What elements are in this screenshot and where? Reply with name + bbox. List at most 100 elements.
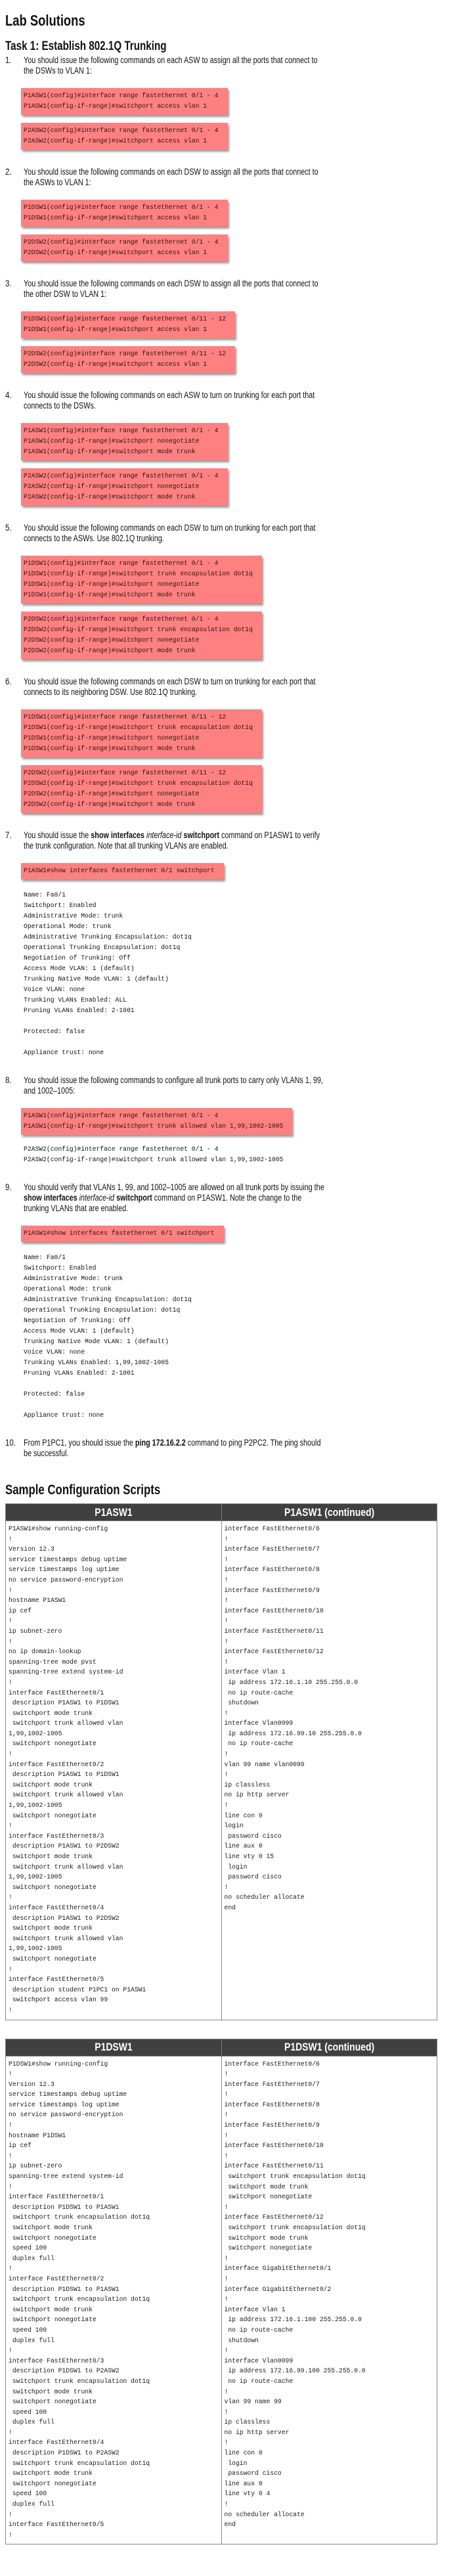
- config-line: service timestamps log uptime: [9, 1566, 120, 1574]
- config-line: !: [224, 1771, 229, 1779]
- block-wrapper: P2ASW2(config)#interface range fastether…: [21, 115, 459, 150]
- config-line: !: [224, 1883, 229, 1891]
- config-line: switchport nonegotiate: [9, 2398, 97, 2406]
- config-line: !: [9, 1822, 12, 1830]
- config-line: duplex full: [9, 2254, 55, 2262]
- code-line: Administrative Trunking Encapsulation: d…: [24, 1296, 192, 1303]
- step-blocks: P1ASW1#show interfaces fastethernet 0/1 …: [21, 851, 459, 1058]
- command-box: P2DSW2(config)#interface range fastether…: [21, 234, 228, 261]
- step-number: 7.: [5, 830, 12, 840]
- config-line: !: [224, 2408, 229, 2416]
- config-line: ip address 172.16.1.10 255.255.0.0: [224, 1678, 358, 1686]
- code-line: Trunking Native Mode VLAN: 1 (default): [24, 1338, 169, 1345]
- code-line: P1DSW1(config-if-range)#switchport trunk…: [24, 570, 253, 577]
- config-line: !: [224, 1802, 229, 1810]
- config-line: interface FastEthernet0/8: [224, 2100, 320, 2108]
- text-segment: You should issue the following commands …: [24, 167, 318, 187]
- config-line: !: [9, 2070, 12, 2078]
- config-line: spanning-tree mode pvst: [9, 1658, 97, 1666]
- config-line: no ip route-cache: [224, 1740, 294, 1748]
- config-line: switchport nonegotiate: [224, 2244, 313, 2252]
- code-line: Operational Mode: trunk: [24, 1285, 112, 1293]
- config-line: !: [9, 1637, 12, 1645]
- config-line: no ip domain-lookup: [9, 1648, 81, 1656]
- code-line: P1DSW1(config-if-range)#switchport mode …: [24, 591, 196, 598]
- step-item: 7. You should issue the show interfaces i…: [5, 830, 459, 1058]
- block-wrapper: P2DSW2(config)#interface range fastether…: [21, 604, 459, 659]
- config-line: !: [9, 1678, 12, 1686]
- config-line: !: [224, 2347, 229, 2355]
- config-line: switchport mode trunk: [9, 1853, 93, 1860]
- config-cell-right: interface FastEthernet0/6! interface Fast…: [221, 2055, 437, 2545]
- code-line: P2DSW2(config)#interface range fastether…: [24, 350, 227, 357]
- config-line: !: [224, 1709, 229, 1717]
- block-wrapper: P2DSW2(config)#interface range fastether…: [21, 757, 459, 813]
- config-line: hostname P1ASW1: [9, 1597, 66, 1605]
- config-line: switchport mode trunk: [9, 2305, 93, 2313]
- code-line: Administrative Mode: trunk: [24, 1275, 123, 1282]
- config-line: interface GigabitEthernet0/1: [224, 2265, 332, 2273]
- config-line: !: [9, 2006, 12, 2014]
- step-number: 8.: [5, 1075, 12, 1085]
- column-header-label: P1DSW1 (continued): [284, 2041, 374, 2053]
- command-box: P2DSW2(config)#interface range fastether…: [21, 611, 262, 659]
- code-line: P1ASW1(config-if-range)#switchport mode …: [24, 448, 196, 455]
- config-line: P1DSW1#show running-config: [9, 2060, 108, 2068]
- code-line: Pruning VLANs Enabled: 2-1001: [24, 1369, 135, 1377]
- step-text: You should issue the show interfaces int…: [24, 830, 326, 851]
- step-number: 9.: [5, 1182, 12, 1192]
- config-line: switchport nonegotiate: [9, 1883, 97, 1891]
- code-line: Negotiation of Trunking: Off: [24, 954, 131, 962]
- config-cell-left: P1ASW1#show running-config! Version 12.3 s…: [5, 1521, 222, 2020]
- code-line: P1ASW1(config-if-range)#switchport trunk…: [24, 1122, 284, 1130]
- config-line: switchport trunk encapsulation dot1q: [9, 2213, 150, 2221]
- config-line: interface FastEthernet0/11: [224, 2162, 324, 2170]
- config-table: P1ASW1 P1ASW1 (continued) P1ASW1#show runn…: [5, 1503, 437, 2020]
- step-number: 10.: [5, 1438, 16, 1448]
- code-line: P1DSW1(config-if-range)#switchport acces…: [24, 326, 208, 333]
- step-item: 8. You should issue the following command…: [5, 1075, 459, 1165]
- code-line: P2ASW2(config)#interface range fastether…: [24, 472, 219, 479]
- config-line: interface FastEthernet0/8: [224, 1566, 320, 1574]
- step-number: 2.: [5, 167, 12, 177]
- config-line: !: [224, 1576, 229, 1584]
- step-text: You should issue the following commands …: [24, 390, 326, 411]
- config-line: !: [9, 1617, 12, 1625]
- config-line: description P1ASW1 to P2DSW2: [9, 1914, 120, 1922]
- config-line: interface FastEthernet0/5: [9, 1976, 104, 1984]
- config-line: line con 0: [224, 1811, 263, 1819]
- code-line: Name: Fa0/1: [24, 891, 66, 899]
- step-item: 6. You should issue the following command…: [5, 677, 459, 813]
- config-line: !: [9, 2428, 12, 2436]
- config-line: switchport trunk allowed vlan: [9, 1934, 123, 1942]
- config-line: hostname P1DSW1: [9, 2131, 66, 2139]
- command-box: P1ASW1(config)#interface range fastether…: [21, 423, 228, 460]
- config-line: interface Vlan0099: [224, 2357, 294, 2365]
- config-line: interface FastEthernet0/3: [9, 2357, 104, 2365]
- config-line: speed 100: [9, 2490, 47, 2498]
- sample-config-heading: Sample Configuration Scripts: [5, 1482, 161, 1498]
- config-line: no ip route-cache: [224, 1689, 294, 1697]
- config-line: !: [224, 2296, 229, 2303]
- config-line: !: [224, 2111, 229, 2119]
- config-line: interface FastEthernet0/1: [9, 1689, 104, 1697]
- column-header-label: P1ASW1: [95, 1505, 133, 1519]
- code-line: Appliance trust: none: [24, 1049, 104, 1056]
- config-line: !: [9, 1535, 12, 1543]
- config-line: !: [9, 2265, 12, 2273]
- step-blocks: P1ASW1(config)#interface range fastether…: [21, 1096, 459, 1165]
- config-line: !: [224, 2387, 229, 2395]
- config-line: !: [9, 2121, 12, 2129]
- step-item: 4. You should issue the following command…: [5, 390, 459, 506]
- step-text: You should issue the following commands …: [24, 167, 326, 188]
- block-wrapper: P1ASW1#show interfaces fastethernet 0/1 …: [21, 851, 459, 879]
- code-line: P1ASW1(config-if-range)#switchport acces…: [24, 102, 208, 110]
- bold-command: ping 172.16.2.2: [135, 1438, 186, 1448]
- step-text: You should issue the following commands …: [24, 677, 326, 698]
- command-box: P1DSW1(config)#interface range fastether…: [21, 556, 262, 604]
- config-line: line con 0: [224, 2449, 263, 2457]
- config-line: no ip route-cache: [224, 2377, 294, 2385]
- block-wrapper: P1ASW1(config)#interface range fastether…: [21, 411, 459, 460]
- config-line: switchport mode trunk: [9, 1781, 93, 1788]
- code-line: P2DSW2(config-if-range)#switchport noneg…: [24, 790, 200, 797]
